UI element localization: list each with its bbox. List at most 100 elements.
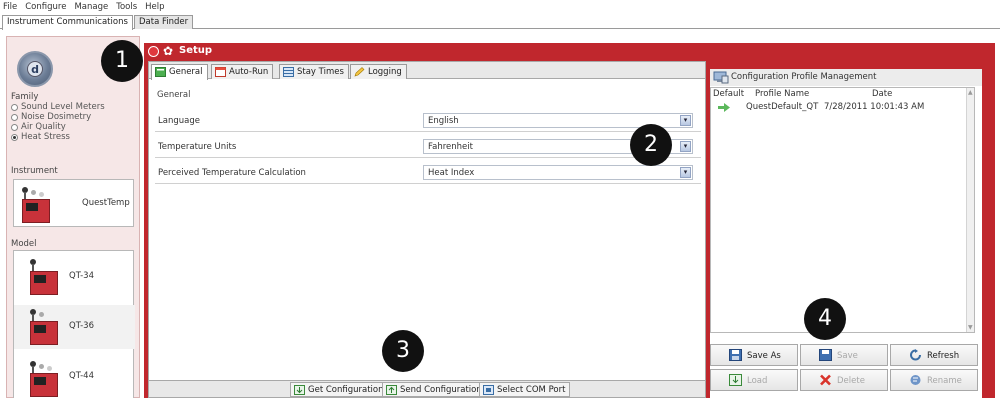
chevron-down-icon[interactable]: ▾: [680, 115, 691, 126]
perceived-temperature-dropdown[interactable]: Heat Index ▾: [423, 165, 693, 180]
setup-bottom-bar: Get Configuration Send Configuration Sel…: [149, 380, 705, 397]
delete-x-icon: [820, 374, 831, 386]
general-heading: General: [157, 90, 191, 100]
setting-label: Perceived Temperature Calculation: [158, 168, 306, 178]
get-configuration-button[interactable]: Get Configuration: [290, 382, 389, 397]
menu-tools[interactable]: Tools: [116, 2, 137, 12]
default-arrow-icon: [718, 103, 730, 112]
model-name: QT-36: [69, 321, 94, 331]
window-control-icon[interactable]: [148, 46, 159, 57]
dropdown-value: Heat Index: [428, 168, 475, 178]
setup-main-area: General Auto-Run Stay Times Logging Gene…: [148, 61, 706, 398]
rename-button[interactable]: Rename: [890, 369, 978, 391]
save-label: Save: [837, 351, 858, 361]
callout-2: 2: [630, 124, 672, 166]
computer-icon: [713, 71, 729, 84]
radio-button[interactable]: [11, 113, 18, 121]
instrument-card[interactable]: QuestTemp: [13, 179, 134, 227]
radio-button-selected[interactable]: [11, 133, 18, 141]
rename-label: Rename: [927, 376, 962, 386]
model-device-icon: [28, 309, 60, 345]
port-icon: [483, 385, 494, 395]
refresh-button[interactable]: Refresh: [890, 344, 978, 366]
family-option[interactable]: Air Quality: [11, 122, 105, 132]
profile-column-headers: Default Profile Name Date: [711, 88, 967, 100]
radio-button[interactable]: [11, 103, 18, 111]
instrument-label: Instrument: [11, 166, 58, 176]
setup-tab-strip: General Auto-Run Stay Times Logging: [149, 62, 705, 80]
config-title: Configuration Profile Management: [731, 72, 877, 82]
top-tab-strip: Instrument Communications Data Finder: [0, 13, 1000, 30]
configuration-profile-panel: Configuration Profile Management Default…: [710, 69, 982, 398]
tab-data-finder[interactable]: Data Finder: [134, 15, 194, 29]
profile-row[interactable]: QuestDefault_QT 7/28/2011 10:01:43 AM: [711, 101, 967, 113]
calendar-icon: [215, 67, 226, 77]
pencil-icon: [354, 67, 365, 77]
family-option-label: Sound Level Meters: [21, 102, 105, 112]
family-option[interactable]: Sound Level Meters: [11, 102, 105, 112]
family-option[interactable]: Noise Dosimetry: [11, 112, 105, 122]
model-item-qt44[interactable]: QT-44: [14, 355, 135, 398]
delete-button[interactable]: Delete: [800, 369, 888, 391]
save-button[interactable]: Save: [800, 344, 888, 366]
menu-help[interactable]: Help: [145, 2, 164, 12]
tab-auto-run-label: Auto-Run: [229, 67, 269, 77]
menu-file[interactable]: File: [3, 2, 17, 12]
dropdown-value: English: [428, 116, 459, 126]
select-com-port-button[interactable]: Select COM Port: [479, 382, 571, 397]
setting-row-temperature-units: Temperature Units Fahrenheit ▾: [155, 136, 701, 158]
send-configuration-label: Send Configuration: [400, 385, 482, 395]
family-option-label: Air Quality: [21, 122, 66, 132]
setting-label: Language: [158, 116, 200, 126]
app-logo-icon: d: [17, 51, 53, 87]
select-com-port-label: Select COM Port: [497, 385, 566, 395]
tab-logging[interactable]: Logging: [350, 64, 407, 79]
table-icon: [283, 67, 294, 77]
column-profile-name[interactable]: Profile Name: [755, 89, 809, 99]
profile-scrollbar[interactable]: ▲ ▼: [966, 88, 974, 332]
callout-4: 4: [804, 298, 846, 340]
tab-stay-times[interactable]: Stay Times: [279, 64, 349, 79]
rename-icon: [910, 375, 921, 385]
menu-manage[interactable]: Manage: [74, 2, 108, 12]
menu-configure[interactable]: Configure: [25, 2, 66, 12]
model-list: QT-34 QT-36 QT-44: [13, 250, 135, 398]
instrument-name: QuestTemp: [82, 198, 130, 208]
profile-list[interactable]: Default Profile Name Date QuestDefault_Q…: [710, 87, 975, 333]
model-item-qt36[interactable]: QT-36: [14, 305, 135, 349]
download-icon: [294, 385, 305, 395]
model-device-icon: [28, 259, 60, 295]
tab-stay-times-label: Stay Times: [297, 67, 344, 77]
setting-row-language: Language English ▾: [155, 110, 701, 132]
setup-title: Setup: [179, 45, 213, 56]
profile-date: 7/28/2011 10:01:43 AM: [824, 102, 925, 112]
column-date[interactable]: Date: [872, 89, 892, 99]
tab-logging-label: Logging: [368, 67, 402, 77]
page-scrollbar[interactable]: [995, 36, 1000, 398]
chevron-down-icon[interactable]: ▾: [680, 141, 691, 152]
family-option[interactable]: Heat Stress: [11, 132, 105, 142]
delete-label: Delete: [837, 376, 865, 386]
save-icon: [819, 349, 832, 361]
family-label: Family: [11, 92, 39, 102]
load-button[interactable]: Load: [710, 369, 798, 391]
refresh-label: Refresh: [927, 351, 960, 361]
setup-window: ✿ Setup General Auto-Run Stay Times Logg…: [144, 43, 1000, 398]
column-default[interactable]: Default: [713, 89, 744, 99]
profile-name: QuestDefault_QT: [746, 102, 819, 112]
model-item-qt34[interactable]: QT-34: [14, 255, 135, 299]
tab-auto-run[interactable]: Auto-Run: [211, 64, 274, 79]
tab-instrument-communications[interactable]: Instrument Communications: [2, 15, 133, 30]
family-option-label: Noise Dosimetry: [21, 112, 92, 122]
family-radio-group: Sound Level Meters Noise Dosimetry Air Q…: [11, 102, 105, 142]
model-device-icon: [28, 361, 60, 397]
send-configuration-button[interactable]: Send Configuration: [382, 382, 487, 397]
config-header: Configuration Profile Management: [710, 69, 982, 86]
setting-row-perceived-temperature: Perceived Temperature Calculation Heat I…: [155, 162, 701, 184]
radio-button[interactable]: [11, 123, 18, 131]
callout-1: 1: [101, 40, 143, 82]
chevron-down-icon[interactable]: ▾: [680, 167, 691, 178]
save-as-button[interactable]: Save As: [710, 344, 798, 366]
tab-general[interactable]: General: [151, 64, 208, 80]
family-option-label: Heat Stress: [21, 132, 70, 142]
